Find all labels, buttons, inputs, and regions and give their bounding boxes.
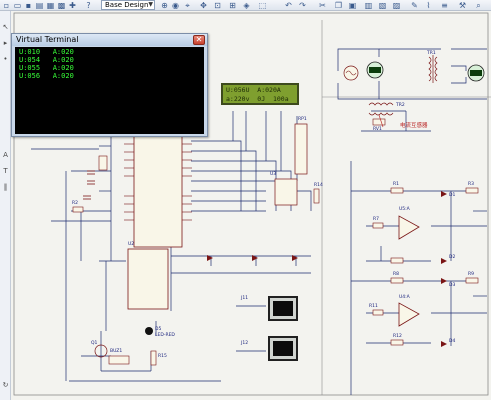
label-j12: J12: [241, 341, 249, 346]
label-j11: J11: [241, 296, 249, 301]
mini-display-1: [268, 296, 298, 321]
grid-icon[interactable]: ▩: [57, 1, 66, 10]
block-rotate-icon[interactable]: ▨: [392, 1, 401, 10]
block-copy-icon[interactable]: ▥: [364, 1, 373, 10]
label-d3: D3: [449, 283, 456, 288]
opamp-u5a: [398, 215, 420, 240]
label-d5: D5: [155, 327, 162, 332]
virtual-terminal-window[interactable]: Virtual Terminal ✕ U:010 A:020 U:054 A:0…: [11, 33, 208, 137]
label-buzzer: BUZ1: [110, 349, 123, 354]
mcu-chip: [133, 128, 183, 248]
cut-icon[interactable]: ✂: [318, 1, 327, 10]
virtual-terminal-title: Virtual Terminal: [16, 35, 79, 44]
label-r12: R12: [393, 334, 402, 339]
pick-icon[interactable]: ✎: [410, 1, 419, 10]
close-icon[interactable]: ✕: [193, 35, 205, 45]
label-led-red: LED-RED: [155, 333, 175, 338]
design-select-value: Base Design: [105, 1, 149, 9]
terminal-line: U:055 A:020: [19, 64, 74, 72]
label-d1: D1: [449, 193, 456, 198]
capacitor-set: [83, 170, 95, 200]
left-tool-strip: ↖ ▸ • A T ‖ ↻: [0, 11, 11, 400]
terminal-line: U:010 A:020: [19, 48, 74, 56]
zoom-area-icon[interactable]: ⊡: [213, 1, 222, 10]
lcd-row-1: U:056U A:020A: [226, 86, 281, 94]
undo-icon[interactable]: ↶: [284, 1, 293, 10]
virtual-terminal-titlebar[interactable]: Virtual Terminal ✕: [12, 34, 207, 46]
pan-icon[interactable]: ✥: [199, 1, 208, 10]
label-r3: R3: [468, 182, 474, 187]
search-icon[interactable]: ⌕: [474, 1, 483, 10]
label-r14: R14: [314, 183, 323, 188]
adc-chip: [127, 248, 169, 310]
label-q1: Q1: [91, 341, 98, 346]
open-icon[interactable]: ▭: [13, 1, 22, 10]
print-icon[interactable]: ▤: [35, 1, 44, 10]
label-r15: R15: [158, 354, 167, 359]
junction-icon[interactable]: •: [1, 55, 10, 64]
label-r2: R2: [72, 201, 78, 206]
zoom-in-icon[interactable]: ⊕: [160, 1, 169, 10]
zoom-window-icon[interactable]: ◈: [242, 1, 251, 10]
tools-icon[interactable]: ⚒: [458, 1, 467, 10]
label-current-transformer: 电流互感器: [400, 123, 428, 129]
small-ic: [274, 178, 298, 206]
main-toolbar: ▫ ▭ ▪ ▤ ▦ ▩ ✚ ? Base Design ▼ ⊕ ◉ ⌖ ✥ ⊡ …: [0, 0, 491, 11]
label-r7: R7: [373, 217, 379, 222]
virtual-terminal-screen[interactable]: U:010 A:020 U:054 A:020 U:055 A:020 U:05…: [15, 47, 204, 134]
origin-icon[interactable]: ✚: [68, 1, 77, 10]
save-icon[interactable]: ▪: [24, 1, 33, 10]
block-move-icon[interactable]: ▧: [378, 1, 387, 10]
crystal: [98, 155, 108, 171]
design-variant-select[interactable]: Base Design ▼: [101, 0, 155, 10]
resistor-pack: [294, 123, 308, 175]
label-u4a: U4:A: [399, 295, 410, 300]
new-icon[interactable]: ▫: [2, 1, 11, 10]
zoom-out-icon[interactable]: ◉: [171, 1, 180, 10]
label-u5a: U5:A: [399, 207, 410, 212]
label-r11: R11: [369, 304, 378, 309]
label-u2: U2: [128, 242, 135, 247]
text-icon[interactable]: T: [1, 167, 10, 176]
copy-icon[interactable]: ❐: [334, 1, 343, 10]
label-r8: R8: [393, 272, 399, 277]
rotate-icon[interactable]: ↻: [1, 381, 10, 390]
help-icon[interactable]: ?: [84, 1, 93, 10]
label-rv1: RV1: [373, 127, 382, 132]
lcd-row-2: a:220v 0J 100a: [226, 95, 289, 103]
label-u3: U3: [270, 172, 277, 177]
setup-icon[interactable]: ▦: [46, 1, 55, 10]
led-red: [145, 327, 153, 335]
transformer-tr1: [428, 55, 438, 83]
opamp-u4a: [398, 302, 420, 327]
potentiometer: [372, 118, 386, 126]
paste-icon[interactable]: ▣: [348, 1, 357, 10]
diode-set: [207, 191, 447, 347]
label-r9: R9: [468, 272, 474, 277]
label-icon[interactable]: A: [1, 151, 10, 160]
chevron-down-icon: ▼: [148, 1, 153, 8]
redo-icon[interactable]: ↷: [298, 1, 307, 10]
zoom-all-icon[interactable]: ⊞: [228, 1, 237, 10]
terminal-line: U:054 A:020: [19, 56, 74, 64]
label-tr1: TR1: [427, 51, 436, 56]
wire-icon[interactable]: ⌇: [424, 1, 433, 10]
select-mode-icon[interactable]: ↖: [1, 23, 10, 32]
transformer-tr2: [368, 102, 394, 116]
label-r1: R1: [393, 182, 399, 187]
bus-icon[interactable]: ‖: [1, 183, 10, 192]
terminal-line: U:056 A:020: [19, 72, 74, 80]
component-mode-icon[interactable]: ▸: [1, 39, 10, 48]
lcd-display: U:056U A:020A a:220v 0J 100a: [221, 83, 299, 105]
netlist-icon[interactable]: ≡: [440, 1, 449, 10]
label-d2: D2: [449, 255, 456, 260]
label-rp1: RP1: [298, 117, 307, 122]
label-d4: D4: [449, 339, 456, 344]
zoom-fit-icon[interactable]: ⌖: [183, 1, 192, 10]
label-tr2: TR2: [396, 103, 405, 108]
mini-display-2: [268, 336, 298, 361]
refresh-icon[interactable]: ⬚: [258, 1, 267, 10]
buzzer: [108, 355, 130, 365]
